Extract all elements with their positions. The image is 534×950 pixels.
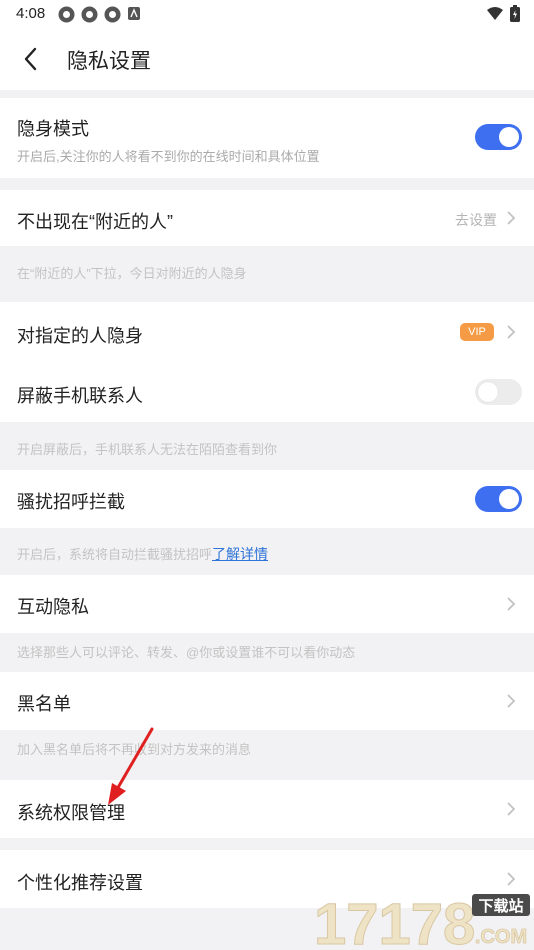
block-contacts-title: 屏蔽手机联系人 xyxy=(17,386,143,406)
app-notification-icon xyxy=(104,6,121,23)
system-status-icons xyxy=(486,5,520,22)
hide-from-specific-title: 对指定的人隐身 xyxy=(17,326,143,346)
status-bar: 4:08 xyxy=(0,0,534,28)
contacts-hint: 开启屏蔽后，手机联系人无法在陌陌查看到你 xyxy=(17,442,278,457)
chevron-right-icon xyxy=(507,211,516,225)
notification-icons xyxy=(58,6,141,23)
nearby-title: 不出现在“附近的人” xyxy=(17,212,173,232)
interaction-hint: 选择那些人可以评论、转发、@你或设置谁不可以看你动态 xyxy=(17,645,356,660)
block-contacts-row[interactable]: 屏蔽手机联系人 xyxy=(0,362,534,422)
watermark-badge: 下载站 xyxy=(478,897,523,915)
header: 隐私设置 xyxy=(0,28,534,90)
system-permissions-row[interactable]: 系统权限管理 xyxy=(0,780,534,838)
nearby-hint: 在“附近的人”下拉，今日对附近的人隐身 xyxy=(17,266,247,281)
stealth-mode-toggle[interactable] xyxy=(475,124,522,150)
site-watermark-logo: 17178 下载站 .COM xyxy=(314,892,530,950)
toggle-knob xyxy=(499,489,519,509)
wifi-icon xyxy=(487,6,503,20)
stealth-mode-row[interactable]: 隐身模式 开启后,关注你的人将看不到你的在线时间和具体位置 xyxy=(0,98,534,178)
nearby-row[interactable]: 不出现在“附近的人” 去设置 xyxy=(0,190,534,246)
stealth-mode-subtitle: 开启后,关注你的人将看不到你的在线时间和具体位置 xyxy=(17,149,320,164)
red-annotation-arrow-icon xyxy=(108,727,154,805)
harass-intercept-row[interactable]: 骚扰招呼拦截 xyxy=(0,470,534,528)
chevron-right-icon xyxy=(507,694,516,708)
hide-group: 对指定的人隐身 VIP 屏蔽手机联系人 xyxy=(0,302,534,422)
stealth-mode-title: 隐身模式 xyxy=(17,119,89,139)
hide-from-specific-row[interactable]: 对指定的人隐身 VIP xyxy=(0,302,534,362)
page-title: 隐私设置 xyxy=(67,50,151,73)
chevron-right-icon xyxy=(507,802,516,816)
battery-icon xyxy=(510,5,520,22)
personalized-recommendation-title: 个性化推荐设置 xyxy=(17,873,143,893)
toggle-knob xyxy=(499,127,519,147)
vip-badge: VIP xyxy=(460,323,494,341)
harass-hint: 开启后，系统将自动拦截骚扰招呼了解详情 xyxy=(17,544,268,564)
harass-intercept-toggle[interactable] xyxy=(475,486,522,512)
block-contacts-toggle[interactable] xyxy=(475,379,522,405)
interaction-privacy-row[interactable]: 互动隐私 xyxy=(0,575,534,633)
app-notification-icon xyxy=(58,6,75,23)
interaction-privacy-title: 互动隐私 xyxy=(17,597,89,617)
toggle-knob xyxy=(478,382,498,402)
blacklist-row[interactable]: 黑名单 xyxy=(0,672,534,730)
status-time: 4:08 xyxy=(16,5,46,22)
watermark-text: 17178 xyxy=(314,892,475,950)
blacklist-title: 黑名单 xyxy=(17,694,71,714)
chevron-right-icon xyxy=(507,325,516,339)
harass-hint-text: 开启后，系统将自动拦截骚扰招呼 xyxy=(17,547,213,562)
learn-more-link[interactable]: 了解详情 xyxy=(212,546,268,562)
harass-intercept-title: 骚扰招呼拦截 xyxy=(17,492,125,512)
watermark-domain: .COM xyxy=(475,926,527,948)
chevron-right-icon xyxy=(507,597,516,611)
back-arrow-icon[interactable] xyxy=(18,44,44,74)
app-notification-icon xyxy=(81,6,98,23)
chevron-right-icon xyxy=(507,872,516,886)
a-notification-icon xyxy=(128,7,140,20)
go-settings-label: 去设置 xyxy=(455,212,497,228)
